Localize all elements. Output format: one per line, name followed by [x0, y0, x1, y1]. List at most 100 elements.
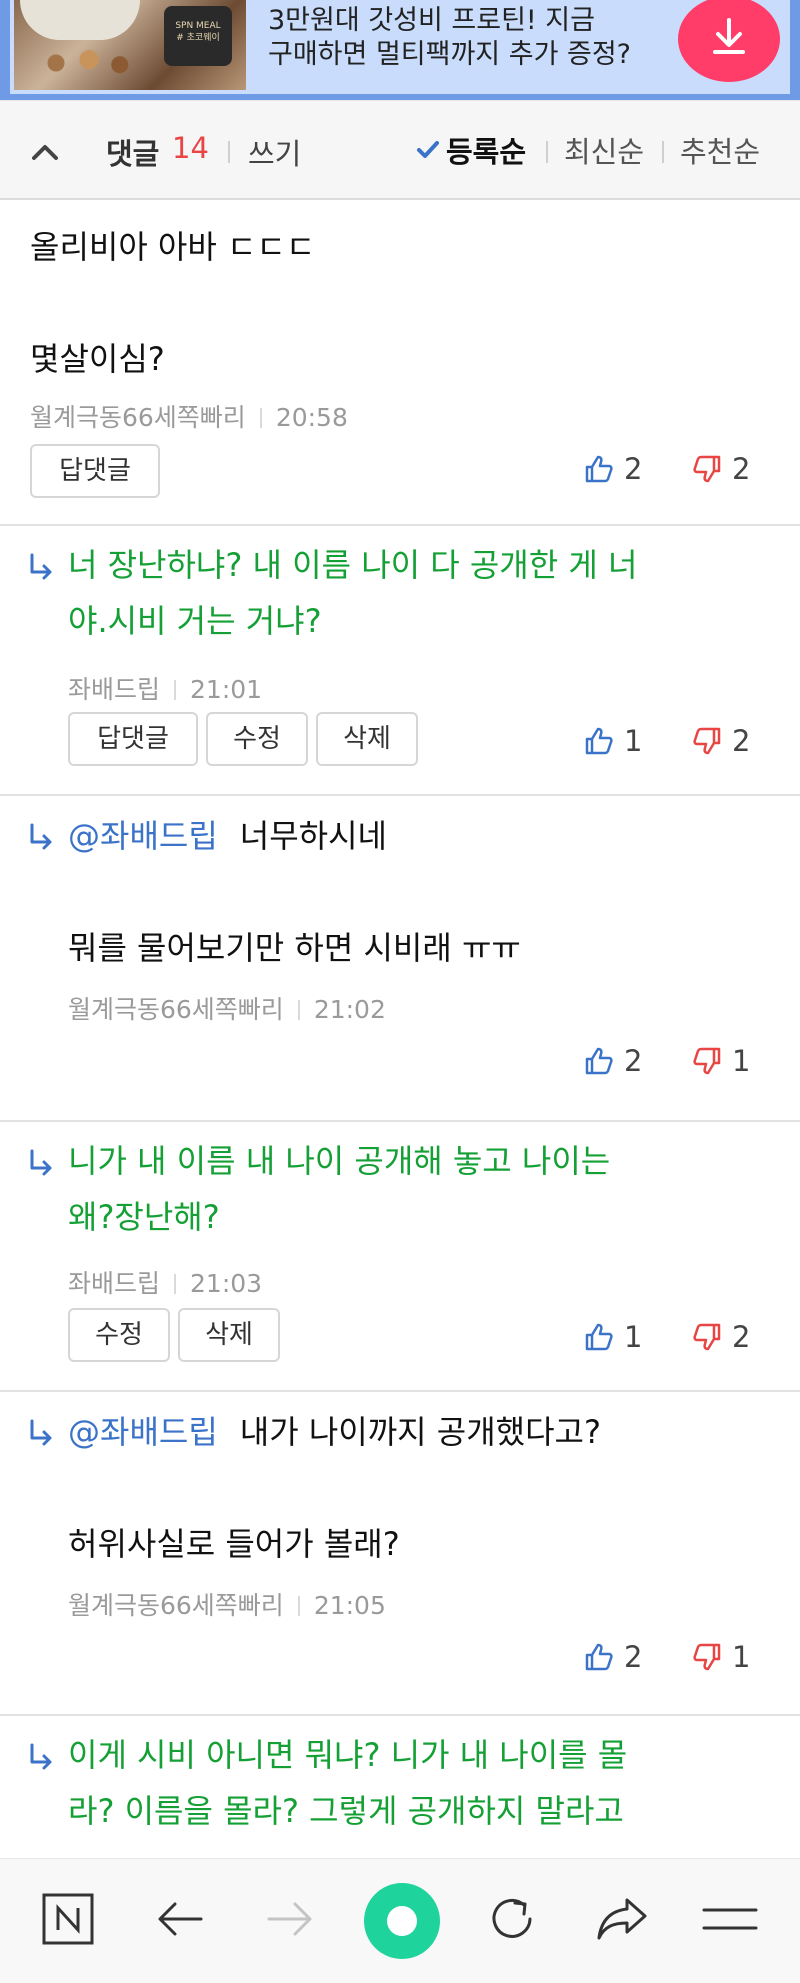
share-icon: [597, 1898, 647, 1940]
refresh-button[interactable]: [480, 1887, 544, 1951]
comment-author[interactable]: 좌배드립: [68, 1269, 160, 1298]
comment-text-line: 뭐를 물어보기만 하면 시비래 ㅠㅠ: [68, 929, 521, 967]
like-count: 2: [624, 1640, 643, 1674]
comment-text-line: 올리비아 아바 ㄷㄷㄷ: [30, 228, 316, 266]
share-button[interactable]: [590, 1887, 654, 1951]
reply-arrow-icon: [30, 1743, 52, 1770]
like-button[interactable]: 1: [584, 724, 642, 758]
reply-arrow-icon: [30, 1149, 52, 1176]
like-button[interactable]: 2: [584, 1640, 642, 1674]
reply-arrow-icon: [30, 823, 52, 850]
green-dot-button[interactable]: [364, 1883, 440, 1959]
like-button[interactable]: 1: [584, 1320, 642, 1354]
thumbs-down-icon: [693, 1047, 721, 1075]
sort-latest[interactable]: 최신순: [564, 129, 644, 171]
reply-item: 너 장난하냐? 내 이름 나이 다 공개한 게 너 야.시비 거는 거냐? 좌배…: [0, 526, 800, 796]
reply-button[interactable]: 답댓글: [68, 712, 198, 766]
dislike-count: 2: [732, 452, 751, 486]
comment-time: 21:02: [313, 995, 386, 1024]
dislike-button[interactable]: 2: [692, 1320, 750, 1354]
thumbs-up-icon: [585, 455, 613, 483]
delete-button[interactable]: 삭제: [316, 712, 418, 766]
delete-button[interactable]: 삭제: [178, 1308, 280, 1362]
comment-text: 너무하시네: [239, 817, 387, 855]
thumbs-down-icon: [693, 455, 721, 483]
like-count: 1: [624, 1320, 643, 1354]
scroll-fade: [0, 1830, 800, 1860]
back-icon: [158, 1902, 203, 1936]
ad-inner[interactable]: SPN MEAL # 초코웨이 3만원대 갓성비 프로틴! 지금 구매하면 멀티…: [10, 0, 790, 94]
naver-home-button[interactable]: [36, 1887, 100, 1951]
like-button[interactable]: 2: [584, 1044, 642, 1078]
comment-author[interactable]: 월계극동66세쪽빠리: [68, 1591, 284, 1620]
reply-item: 니가 내 이름 내 나이 공개해 놓고 나이는 왜?장난해? 좌배드립 21:03…: [0, 1122, 800, 1392]
comment-text: 내가 나이까지 공개했다고?: [239, 1413, 601, 1451]
comment-item: 올리비아 아바 ㄷㄷㄷ 몇살이심? 월계극동66세쪽빠리 20:58 답댓글 2 …: [0, 202, 800, 526]
download-icon: [713, 18, 745, 54]
check-icon: [417, 141, 439, 158]
comment-count: 14: [172, 131, 209, 165]
sort-registered[interactable]: 등록순: [446, 129, 526, 171]
dislike-count: 2: [732, 1320, 751, 1354]
comment-meta: 좌배드립 21:03: [68, 1264, 262, 1300]
comment-text-line: @좌배드립 내가 나이까지 공개했다고?: [68, 1404, 601, 1460]
comment-author[interactable]: 월계극동66세쪽빠리: [68, 995, 284, 1024]
write-comment-button[interactable]: 쓰기: [248, 131, 301, 173]
comment-title: 댓글: [106, 137, 160, 171]
ad-text: 3만원대 갓성비 프로틴! 지금 구매하면 멀티팩까지 추가 증정?: [268, 4, 631, 72]
dislike-count: 1: [732, 1640, 751, 1674]
divider: [228, 141, 230, 163]
dislike-button[interactable]: 1: [692, 1044, 750, 1078]
comment-meta: 월계극동66세쪽빠리 21:05: [68, 1586, 386, 1622]
comment-text-line: 야.시비 거는 거냐?: [68, 602, 322, 640]
ad-product-badge: SPN MEAL # 초코웨이: [164, 6, 232, 66]
back-button[interactable]: [148, 1887, 212, 1951]
like-count: 2: [624, 452, 643, 486]
like-count: 2: [624, 1044, 643, 1078]
divider: [546, 141, 548, 163]
comment-author[interactable]: 좌배드립: [68, 675, 160, 704]
naver-n-icon: [42, 1893, 94, 1945]
comment-time: 21:03: [190, 1269, 263, 1298]
edit-button[interactable]: 수정: [206, 712, 308, 766]
dislike-count: 2: [732, 724, 751, 758]
reply-button[interactable]: 답댓글: [30, 444, 160, 498]
ad-product-image: SPN MEAL # 초코웨이: [14, 0, 246, 90]
comment-text-line: 왜?장난해?: [68, 1198, 220, 1236]
ad-line-2: 구매하면 멀티팩까지 추가 증정?: [268, 39, 631, 70]
reply-arrow-icon: [30, 1419, 52, 1446]
sort-recommended[interactable]: 추천순: [680, 129, 760, 171]
thumbs-down-icon: [693, 1323, 721, 1351]
browser-toolbar: [0, 1858, 800, 1983]
comment-time: 21:01: [190, 675, 263, 704]
comment-text-line: 이게 시비 아니면 뭐냐? 니가 내 나이를 몰: [68, 1736, 628, 1774]
thumbs-up-icon: [585, 1047, 613, 1075]
refresh-icon: [492, 1898, 532, 1938]
like-button[interactable]: 2: [584, 452, 642, 486]
mention-link[interactable]: @좌배드립: [68, 817, 218, 855]
mention-link[interactable]: @좌배드립: [68, 1413, 218, 1451]
reply-arrow-icon: [30, 553, 52, 580]
ad-banner[interactable]: SPN MEAL # 초코웨이 3만원대 갓성비 프로틴! 지금 구매하면 멀티…: [0, 0, 800, 100]
comment-time: 21:05: [313, 1591, 386, 1620]
comment-author[interactable]: 월계극동66세쪽빠리: [30, 403, 246, 432]
menu-icon: [702, 1908, 758, 1930]
dislike-button[interactable]: 2: [692, 724, 750, 758]
thumbs-up-icon: [585, 1323, 613, 1351]
dislike-button[interactable]: 2: [692, 452, 750, 486]
collapse-icon[interactable]: [28, 137, 62, 167]
comment-text-line: 몇살이심?: [30, 340, 165, 378]
dislike-button[interactable]: 1: [692, 1640, 750, 1674]
comment-text-line: 허위사실로 들어가 볼래?: [68, 1525, 400, 1563]
comment-header-bar: 댓글 14 쓰기 등록순 최신순 추천순: [0, 100, 800, 200]
ad-line-1: 3만원대 갓성비 프로틴! 지금: [268, 5, 595, 36]
reply-item: @좌배드립 내가 나이까지 공개했다고? 허위사실로 들어가 볼래? 월계극동66…: [0, 1392, 800, 1716]
comment-text-line: @좌배드립 너무하시네: [68, 808, 387, 864]
comment-time: 20:58: [275, 403, 348, 432]
edit-button[interactable]: 수정: [68, 1308, 170, 1362]
menu-button[interactable]: [698, 1887, 762, 1951]
dislike-count: 1: [732, 1044, 751, 1078]
forward-button[interactable]: [258, 1887, 322, 1951]
ad-download-button[interactable]: [678, 0, 780, 82]
forward-icon: [267, 1902, 312, 1936]
